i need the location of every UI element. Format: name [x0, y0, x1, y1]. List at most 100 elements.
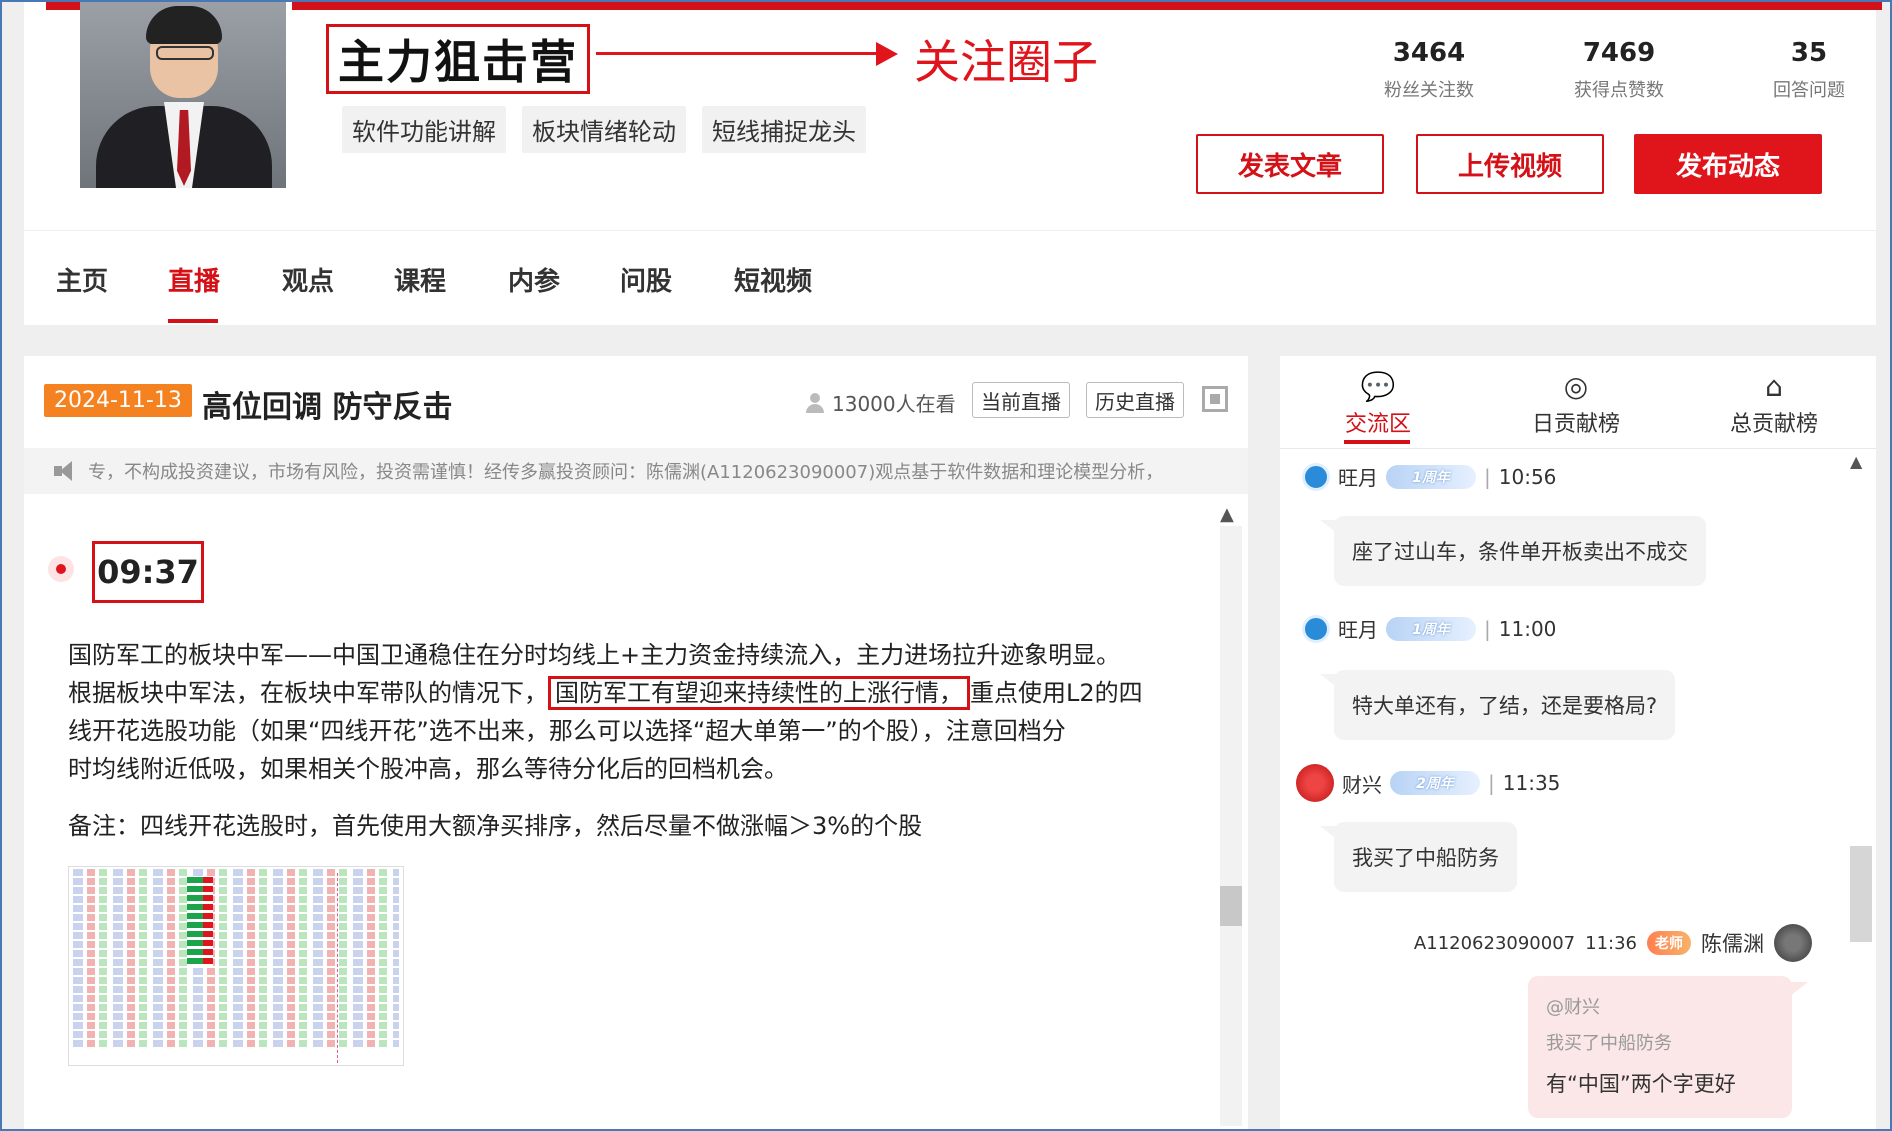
quoted-user: @财兴 [1546, 997, 1600, 1018]
chat-time: 11:36 [1585, 932, 1637, 954]
tab-courses[interactable]: 课程 [394, 261, 446, 298]
chat-username[interactable]: 旺月 [1338, 614, 1378, 643]
active-tab-underline [168, 319, 218, 323]
scroll-up-arrow-icon[interactable]: ▲ [1850, 452, 1862, 471]
quoted-text: 我买了中船防务 [1546, 1033, 1672, 1054]
top-accent-bar [292, 2, 1882, 10]
stat-label: 粉丝关注数 [1384, 80, 1474, 101]
separator: | [1488, 771, 1495, 795]
chat-message-bubble: 座了过山车，条件单开板卖出不成交 [1320, 516, 1706, 586]
teacher-name[interactable]: 陈儒渊 [1701, 928, 1764, 958]
tab-live[interactable]: 直播 [168, 261, 220, 298]
scrollbar-track[interactable] [1220, 526, 1242, 1126]
main-nav: 主页 直播 观点 课程 内参 问股 短视频 [24, 230, 1876, 325]
stock-table-screenshot-image[interactable] [68, 866, 404, 1066]
user-avatar[interactable] [1302, 462, 1330, 491]
publish-article-button[interactable]: 发表文章 [1196, 134, 1384, 194]
scroll-up-arrow-icon[interactable]: ▲ [1220, 504, 1234, 525]
teacher-reply-bubble: @财兴 我买了中船防务 有“中国”两个字更好 [1528, 976, 1808, 1118]
user-avatar[interactable] [1302, 614, 1330, 643]
teacher-message-header: A1120623090007 11:36 老师 陈儒渊 [1414, 924, 1812, 962]
disclaimer-notice: 专，不构成投资建议，市场有风险，投资需谨慎！经传多赢投资顾问：陈儒渊(A1120… [24, 448, 1248, 494]
scrollbar-thumb[interactable] [1220, 886, 1242, 926]
reply-text: 有“中国”两个字更好 [1546, 1072, 1736, 1096]
post-line: 时均线附近低吸，如果相关个股冲高，那么等待分化后的回档机会。 [68, 755, 788, 783]
live-date-badge: 2024-11-13 [44, 384, 192, 417]
viewer-count: 13000人在看 [804, 388, 956, 417]
chat-message-bubble: 特大单还有，了结，还是要格局? [1319, 670, 1676, 740]
annotation-follow-circle: 关注圈子 [914, 35, 1098, 89]
teacher-badge: 老师 [1647, 931, 1691, 955]
membership-badge: 2周年 [1390, 771, 1480, 795]
live-panel: 2024-11-13 高位回调 防守反击 13000人在看 当前直播 历史直播 … [24, 356, 1248, 1129]
viewer-count-text: 13000人在看 [832, 392, 956, 416]
live-title: 高位回调 防守反击 [202, 390, 453, 425]
upload-video-button[interactable]: 上传视频 [1416, 134, 1604, 194]
stat-label: 获得点赞数 [1574, 80, 1664, 101]
active-chat-tab-underline [1344, 440, 1410, 444]
chat-scrollbar-thumb[interactable] [1850, 846, 1872, 942]
chat-message-header: 旺月 1周年 | 10:56 [1302, 462, 1556, 491]
separator: | [1484, 616, 1491, 641]
tab-label: 交流区 [1344, 412, 1411, 437]
tab-chat-area[interactable]: 💬 交流区 [1308, 366, 1448, 438]
history-live-button[interactable]: 历史直播 [1086, 382, 1184, 418]
current-live-button[interactable]: 当前直播 [972, 382, 1070, 418]
channel-tags: 软件功能讲解 板块情绪轮动 短线捕捉龙头 [342, 106, 866, 153]
stat-value: 3464 [1392, 38, 1466, 68]
tag-item[interactable]: 软件功能讲解 [342, 106, 506, 153]
avatar-hair [146, 6, 222, 44]
publish-dynamic-button[interactable]: 发布动态 [1634, 134, 1822, 194]
stat-answers: 35 回答问题 [1734, 38, 1884, 102]
profile-header: 主力狙击营 关注圈子 软件功能讲解 板块情绪轮动 短线捕捉龙头 3464 粉丝关… [24, 2, 1876, 230]
trophy-icon: ⌂ [1765, 369, 1783, 403]
profile-avatar[interactable] [80, 2, 286, 188]
tab-insider[interactable]: 内参 [508, 261, 560, 298]
post-text: 根据板块中军法，在板块中军带队的情况下， [68, 679, 548, 707]
chat-message-header: 旺月 1周年 | 11:00 [1302, 614, 1556, 643]
post-line: 线开花选股功能（如果“四线开花”选不出来，那么可以选择“超大单第一”的个股），注… [68, 717, 1066, 745]
membership-badge: 1周年 [1386, 616, 1476, 641]
tab-viewpoints[interactable]: 观点 [282, 261, 334, 298]
membership-badge: 1周年 [1386, 464, 1476, 489]
channel-title-highlight: 主力狙击营 [326, 24, 590, 94]
notice-text: 专，不构成投资建议，市场有风险，投资需谨慎！经传多赢投资顾问：陈儒渊(A1120… [88, 462, 1164, 483]
tab-label: 总贡献榜 [1729, 412, 1818, 437]
tag-item[interactable]: 短线捕捉龙头 [702, 106, 866, 153]
chat-username[interactable]: 旺月 [1338, 462, 1378, 491]
live-dot-center [56, 564, 66, 574]
post-highlight: 国防军工有望迎来持续性的上涨行情， [548, 676, 970, 710]
divider [1280, 448, 1876, 449]
chat-bubble-icon: 💬 [1360, 369, 1396, 403]
fullscreen-icon[interactable] [1202, 386, 1228, 412]
stat-value: 7469 [1582, 38, 1656, 68]
tab-home[interactable]: 主页 [56, 261, 108, 298]
chat-time: 11:00 [1498, 616, 1557, 641]
teacher-avatar[interactable] [1774, 924, 1812, 962]
post-line: 根据板块中军法，在板块中军带队的情况下， 国防军工有望迎来持续性的上涨行情， 重点使… [68, 674, 1198, 712]
stat-value: 35 [1790, 38, 1828, 68]
chat-time: 11:35 [1502, 771, 1561, 795]
app-frame: 主力狙击营 关注圈子 软件功能讲解 板块情绪轮动 短线捕捉龙头 3464 粉丝关… [0, 0, 1892, 1131]
separator: | [1484, 464, 1491, 489]
post-text: 重点使用L2的四 [970, 679, 1143, 707]
tab-ask-stock[interactable]: 问股 [620, 261, 672, 298]
post-remark: 备注：四线开花选股时，首先使用大额净买排序，然后尽量不做涨幅＞3%的个股 [68, 812, 923, 840]
chat-message-bubble: 我买了中船防务 [1320, 822, 1517, 892]
stat-label: 回答问题 [1773, 80, 1845, 101]
stat-fans: 3464 粉丝关注数 [1354, 38, 1504, 102]
speaker-icon [54, 461, 78, 481]
chat-time: 10:56 [1498, 464, 1557, 489]
post-time: 09:37 [92, 541, 204, 603]
post-content: 国防军工的板块中军——中国卫通稳住在分时均线上+主力资金持续流入，主力进场拉升迹… [68, 636, 1198, 788]
annotation-arrow-head [876, 42, 898, 66]
post-line: 国防军工的板块中军——中国卫通稳住在分时均线上+主力资金持续流入，主力进场拉升迹… [68, 641, 1121, 669]
chat-username[interactable]: 财兴 [1342, 769, 1382, 798]
tab-total-contribution[interactable]: ⌂ 总贡献榜 [1704, 366, 1844, 438]
chat-message-header: 财兴 2周年 | 11:35 [1296, 764, 1560, 802]
tag-item[interactable]: 板块情绪轮动 [522, 106, 686, 153]
user-avatar[interactable] [1296, 764, 1334, 802]
tab-daily-contribution[interactable]: ◎ 日贡献榜 [1506, 366, 1646, 438]
tab-short-video[interactable]: 短视频 [734, 261, 812, 298]
stat-likes: 7469 获得点赞数 [1544, 38, 1694, 102]
